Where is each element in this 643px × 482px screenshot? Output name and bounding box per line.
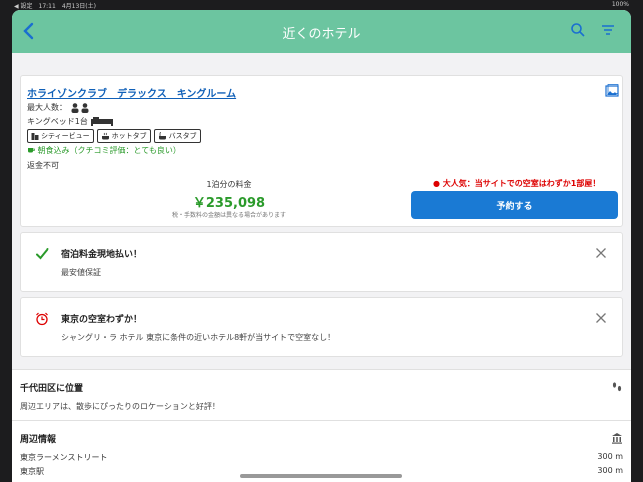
tag-bathtub: バスタブ — [153, 129, 201, 143]
notice-card-pay-at-hotel: 宿泊料金現地払い！ 最安値保証 — [20, 232, 623, 292]
tag-city-view: シティービュー — [27, 129, 94, 143]
nearby-name: 東京ラーメンストリート — [20, 453, 108, 462]
hot-tub-icon — [101, 132, 109, 140]
person-icon — [71, 102, 89, 113]
bed-icon — [91, 117, 114, 126]
amenity-tags: シティービュー ホットタブ バスタブ — [27, 129, 201, 143]
status-left: ◀ 設定 17:11 4月13日(土) — [14, 3, 96, 10]
building-icon — [31, 133, 39, 140]
price: ￥235,098 — [192, 196, 266, 211]
tag-label: シティービュー — [41, 132, 90, 140]
location-section: 千代田区に位置 周辺エリアは、散歩にぴったりのロケーションと好評！ — [12, 369, 631, 420]
location-heading: 千代田区に位置 — [20, 384, 84, 394]
filter-icon[interactable] — [600, 22, 616, 38]
nearby-name: 東京駅 — [20, 467, 44, 476]
breakfast-info: 朝食込み（クチコミ評価：とても良い） — [27, 145, 181, 156]
tax-note: 税・手数料の金額は異なる場合があります — [171, 212, 286, 219]
price-label: 1泊分の料金 — [206, 180, 252, 189]
notice-title: 宿泊料金現地払い！ — [61, 250, 143, 260]
notice-title: 東京の空室わずか！ — [61, 315, 143, 325]
tag-label: ホットタブ — [111, 132, 147, 140]
landmark-icon — [612, 433, 622, 444]
room-title-link[interactable]: ホライゾンクラブ デラックス キングルーム — [27, 85, 236, 100]
nearby-heading: 周辺情報 — [20, 435, 57, 445]
breakfast-label: 朝食込み（クチコミ評価：とても良い） — [37, 146, 181, 155]
notice-card-availability: 東京の空室わずか！ シャングリ・ラ ホテル 東京に条件の近いホテル8軒が当サイト… — [20, 297, 623, 357]
bed-info: キングベッド1台 — [27, 116, 114, 127]
status-bar: ◀ 設定 17:11 4月13日(土) 100% — [0, 0, 643, 10]
page-title: 近くのホテル — [282, 27, 361, 42]
max-guests: 最大人数： — [27, 102, 92, 113]
home-indicator[interactable] — [240, 474, 402, 478]
footprints-icon — [612, 382, 622, 392]
bathtub-icon — [158, 132, 166, 140]
popular-alert: ● 大人気：当サイトでの空室はわずか1部屋！ — [433, 179, 601, 188]
max-guests-label: 最大人数： — [27, 103, 67, 112]
bed-label: キングベッド1台 — [27, 117, 88, 126]
list-item: 東京ラーメンストリート 300 m — [20, 452, 623, 463]
alarm-clock-icon — [36, 312, 48, 326]
refund-policy: 返金不可 — [27, 161, 59, 170]
battery-level: 100% — [611, 1, 629, 8]
nearby-distance: 300 m — [597, 452, 623, 461]
search-icon[interactable] — [570, 22, 586, 38]
nearby-section: 周辺情報 東京ラーメンストリート 300 m 東京駅 300 m — [12, 420, 631, 482]
close-icon[interactable] — [595, 312, 607, 324]
tag-hot-tub: ホットタブ — [96, 129, 151, 143]
checkmark-icon — [36, 248, 49, 260]
notice-desc: 最安値保証 — [61, 268, 101, 277]
location-desc: 周辺エリアは、散歩にぴったりのロケーションと好評！ — [20, 402, 220, 411]
notice-desc: シャングリ・ラ ホテル 東京に条件の近いホテル8軒が当サイトで空室なし！ — [61, 333, 336, 342]
photo-gallery-icon[interactable] — [605, 84, 619, 98]
tag-label: バスタブ — [168, 132, 197, 140]
app-window: 近くのホテル ホライゾンクラブ デラックス キングルーム 最大人数： キングベッ… — [12, 10, 631, 482]
close-icon[interactable] — [595, 247, 607, 259]
nearby-distance: 300 m — [597, 466, 623, 475]
reserve-button[interactable]: 予約する — [411, 191, 618, 219]
breakfast-icon — [28, 148, 35, 153]
room-card: ホライゾンクラブ デラックス キングルーム 最大人数： キングベッド1台 シティ… — [20, 75, 623, 227]
nav-header: 近くのホテル — [12, 10, 631, 53]
